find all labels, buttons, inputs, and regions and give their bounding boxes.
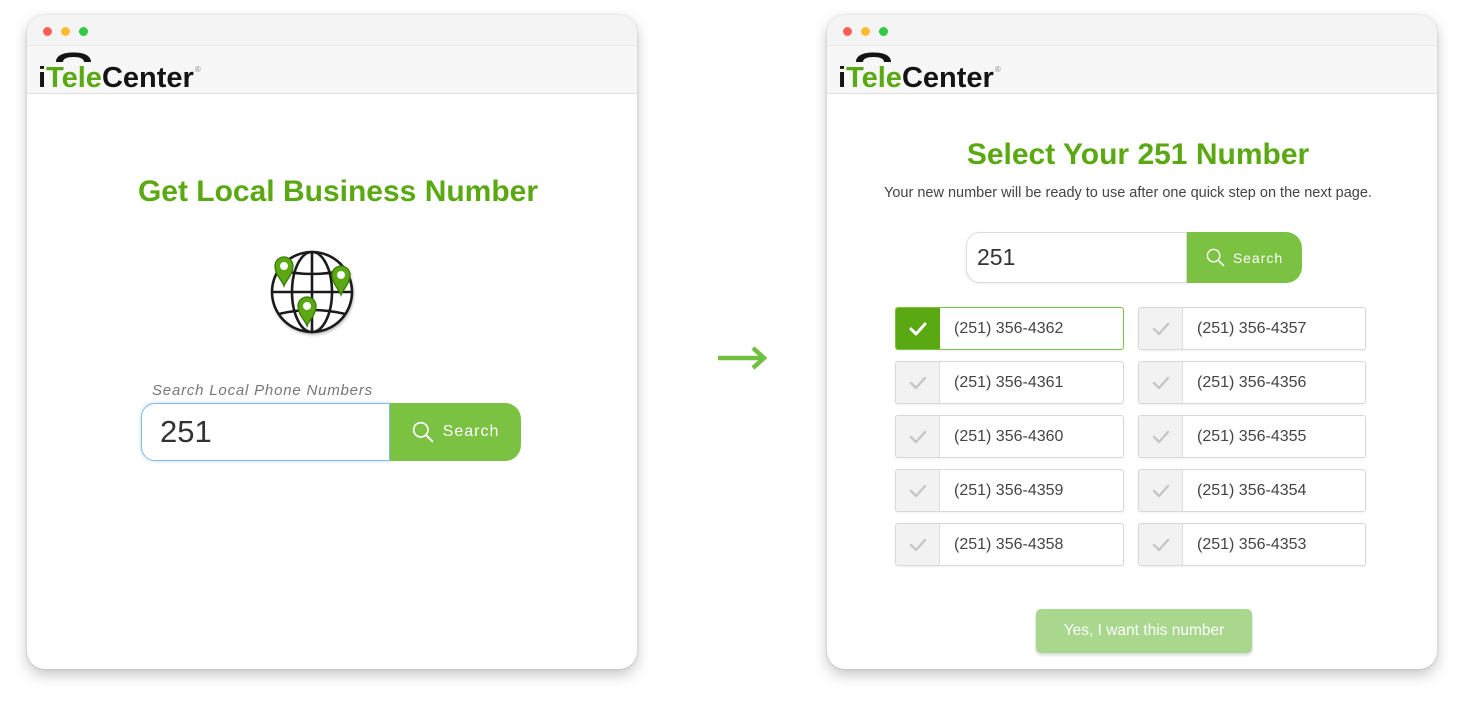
phone-handset-icon bbox=[56, 52, 91, 62]
registered-mark: ® bbox=[194, 65, 201, 74]
page-title: Get Local Business Number bbox=[137, 175, 539, 208]
brand-prefix: i bbox=[838, 62, 847, 94]
brand-logo: iTeleCenter® bbox=[38, 52, 201, 94]
window-titlebar bbox=[827, 15, 1437, 46]
search-button-label: Search bbox=[1232, 249, 1284, 266]
option-checkbox[interactable] bbox=[1139, 416, 1183, 457]
confirm-number-button[interactable]: Yes, I want this number bbox=[1036, 609, 1252, 653]
number-option[interactable]: (251) 356-4358 bbox=[895, 523, 1124, 566]
search-button[interactable]: Search bbox=[390, 403, 521, 461]
globe-icon bbox=[270, 250, 354, 334]
check-icon bbox=[909, 322, 926, 335]
phone-number-label: (251) 356-4359 bbox=[954, 482, 1064, 499]
option-checkbox[interactable] bbox=[896, 470, 940, 511]
search-icon bbox=[412, 421, 433, 443]
app-header: iTeleCenter® bbox=[27, 46, 637, 94]
app-header: iTeleCenter® bbox=[827, 46, 1437, 94]
phone-number-label: (251) 356-4360 bbox=[954, 428, 1064, 445]
option-checkbox[interactable] bbox=[896, 308, 940, 349]
check-icon bbox=[909, 376, 926, 389]
option-checkbox[interactable] bbox=[1139, 524, 1183, 565]
check-icon bbox=[909, 484, 926, 497]
page-subtitle: Your new number will be ready to use aft… bbox=[884, 185, 1372, 201]
number-option[interactable]: (251) 356-4356 bbox=[1138, 361, 1366, 404]
registered-mark: ® bbox=[994, 65, 1001, 74]
area-code-search-input[interactable] bbox=[966, 232, 1187, 283]
results-page-window: iTeleCenter® Select Your 251 Number Your… bbox=[827, 15, 1437, 669]
close-dot[interactable] bbox=[43, 27, 52, 36]
check-icon bbox=[1152, 322, 1169, 335]
phone-number-label: (251) 356-4357 bbox=[1197, 320, 1307, 337]
phone-handset-icon bbox=[856, 52, 891, 62]
check-icon bbox=[909, 538, 926, 551]
option-checkbox[interactable] bbox=[896, 362, 940, 403]
maximize-dot[interactable] bbox=[79, 27, 88, 36]
search-icon bbox=[1206, 248, 1225, 267]
phone-number-label: (251) 356-4361 bbox=[954, 374, 1064, 391]
number-option[interactable]: (251) 356-4360 bbox=[895, 415, 1124, 458]
area-code-search-input[interactable] bbox=[141, 403, 390, 461]
number-option[interactable]: (251) 356-4362 bbox=[895, 307, 1124, 350]
minimize-dot[interactable] bbox=[61, 27, 70, 36]
close-dot[interactable] bbox=[843, 27, 852, 36]
search-label: Search Local Phone Numbers bbox=[152, 382, 373, 399]
number-option[interactable]: (251) 356-4353 bbox=[1138, 523, 1366, 566]
window-titlebar bbox=[27, 15, 637, 46]
right-arrow-icon bbox=[718, 346, 768, 370]
check-icon bbox=[1152, 538, 1169, 551]
phone-number-label: (251) 356-4362 bbox=[954, 320, 1064, 337]
minimize-dot[interactable] bbox=[861, 27, 870, 36]
number-option[interactable]: (251) 356-4354 bbox=[1138, 469, 1366, 512]
number-options-grid: (251) 356-4362 (251) 356-4361 (251) 356-43… bbox=[895, 307, 1366, 566]
phone-number-label: (251) 356-4356 bbox=[1197, 374, 1307, 391]
option-checkbox[interactable] bbox=[1139, 470, 1183, 511]
option-checkbox[interactable] bbox=[1139, 308, 1183, 349]
search-button-label: Search bbox=[442, 423, 500, 440]
brand-prefix: i bbox=[38, 62, 47, 94]
page-title: Select Your 251 Number bbox=[966, 138, 1310, 171]
check-icon bbox=[1152, 430, 1169, 443]
brand-suffix: Center bbox=[101, 62, 194, 94]
brand-suffix: Center bbox=[901, 62, 994, 94]
maximize-dot[interactable] bbox=[879, 27, 888, 36]
search-page-window: iTeleCenter® Get Local Business Number S… bbox=[27, 15, 637, 669]
option-checkbox[interactable] bbox=[1139, 362, 1183, 403]
brand-logo: iTeleCenter® bbox=[838, 52, 1001, 94]
search-button[interactable]: Search bbox=[1187, 232, 1302, 283]
number-option[interactable]: (251) 356-4361 bbox=[895, 361, 1124, 404]
option-checkbox[interactable] bbox=[896, 524, 940, 565]
phone-number-label: (251) 356-4353 bbox=[1197, 536, 1307, 553]
number-option[interactable]: (251) 356-4357 bbox=[1138, 307, 1366, 350]
option-checkbox[interactable] bbox=[896, 416, 940, 457]
number-option[interactable]: (251) 356-4355 bbox=[1138, 415, 1366, 458]
phone-number-label: (251) 356-4354 bbox=[1197, 482, 1307, 499]
phone-number-label: (251) 356-4358 bbox=[954, 536, 1064, 553]
check-icon bbox=[1152, 376, 1169, 389]
phone-number-label: (251) 356-4355 bbox=[1197, 428, 1307, 445]
check-icon bbox=[1152, 484, 1169, 497]
number-option[interactable]: (251) 356-4359 bbox=[895, 469, 1124, 512]
brand-highlight: Tele bbox=[46, 62, 102, 94]
brand-highlight: Tele bbox=[846, 62, 902, 94]
check-icon bbox=[909, 430, 926, 443]
